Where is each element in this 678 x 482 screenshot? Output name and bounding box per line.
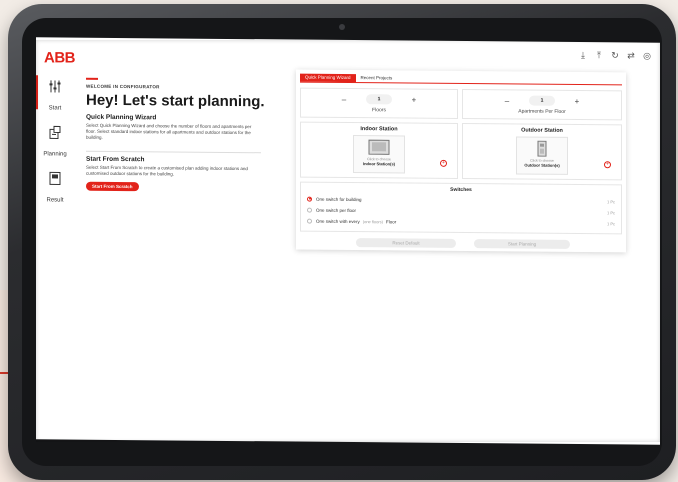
floors-minus-button[interactable]: – [340,94,348,103]
switch-option-label: One switch per floor [316,207,357,213]
switch-option-building[interactable]: One switch for building 1 Pc [307,195,615,206]
indoor-station-name: Indoor Station(s) [363,161,395,167]
switch-option-label: One switch with every [316,218,360,224]
scratch-title: Start From Scratch [86,155,145,164]
quick-wizard-description: Select Quick Planning Wizard and choose … [86,122,252,140]
scratch-description: Select Start From Scratch to create a cu… [86,164,248,177]
sliders-icon [49,80,61,93]
reset-default-button[interactable]: Reset Default [356,238,456,248]
sidebar-item-result[interactable]: Result [36,163,74,205]
apartments-stepper-row: – 1 + [463,95,621,106]
section-divider [86,150,261,154]
switch-option-suffix: Floor [386,218,397,224]
sidebar: Start Planning Result [36,71,74,439]
sidebar-item-label: Planning [43,151,67,158]
radio-icon[interactable] [307,207,312,213]
floors-plus-button[interactable]: + [410,95,418,104]
switch-option-count: 1 Pc [606,209,615,215]
sidebar-item-start[interactable]: Start [36,71,74,113]
floors-label: Floors [372,107,386,114]
abb-logo: ABB [44,49,75,67]
floors-stepper-row: – 1 + [301,94,457,105]
outdoor-panel-icon [537,140,547,157]
switches-title: Switches [450,186,472,194]
download-icon[interactable]: ⤓ [578,50,588,60]
floors-stepper: – 1 + Floors [300,87,458,119]
outdoor-station-name: Outdoor Station(s) [524,162,560,168]
sidebar-item-label: Result [46,197,64,204]
refresh-icon[interactable]: ↻ [610,50,620,60]
welcome-text: WELCOME IN CONFIGURATOR [86,83,160,90]
outdoor-station-card[interactable]: Click to choose Outdoor Station(s) [516,136,568,175]
tab-recent-projects[interactable]: Recent Projects [356,74,398,82]
switch-option-every[interactable]: One switch with every (one floors) Floor… [307,217,615,228]
start-from-scratch-button[interactable]: Start From Scratch [86,181,139,192]
outdoor-station-title: Outdoor Station [521,127,563,134]
switch-option-label: One switch for building [316,196,362,202]
tab-quick-planning[interactable]: Quick Planning Wizard [300,73,356,83]
radio-selected-icon[interactable] [307,196,312,202]
apartments-stepper: – 1 + Apartments Per Floor [462,88,622,121]
radio-icon[interactable] [307,218,312,224]
switches-box: Switches One switch for building 1 Pc On… [300,181,622,235]
app-screen: ⤓ ⤒ ↻ ⇄ ◎ ABB Start Planning Result WELC… [36,37,660,445]
welcome-accent [86,77,98,80]
wizard-tabs: Quick Planning Wizard Recent Projects [300,73,622,86]
page-title: Hey! Let's start planning. [86,91,265,111]
active-indicator [36,75,38,110]
switch-option-count: 1 Pc [606,198,615,204]
start-planning-button[interactable]: Start Planning [474,239,570,249]
wizard-panel: Quick Planning Wizard Recent Projects – … [296,69,626,253]
switch-option-floor[interactable]: One switch per floor 1 Pc [307,206,615,217]
topbar-icons: ⤓ ⤒ ↻ ⇄ ◎ [578,50,652,61]
upload-icon[interactable]: ⤒ [594,50,604,60]
indoor-station-box: Indoor Station Click to choose Indoor St… [300,121,458,179]
sidebar-item-planning[interactable]: Planning [36,117,74,159]
switch-option-floors-input[interactable]: (one floors) [363,219,383,224]
result-icon [49,171,61,185]
apartments-plus-button[interactable]: + [573,96,581,105]
apartments-label: Apartments Per Floor [518,108,566,115]
floors-value[interactable]: 1 [366,94,392,105]
user-icon[interactable]: ◎ [642,51,652,61]
camera-dot [339,24,345,30]
add-indoor-icon[interactable]: + [440,159,447,167]
indoor-monitor-icon [368,139,390,155]
plan-icon [49,125,61,139]
quick-wizard-title: Quick Planning Wizard [86,113,157,122]
apartments-value[interactable]: 1 [529,95,555,106]
add-outdoor-icon[interactable]: + [604,161,611,169]
switch-option-count: 1 Pc [606,220,615,226]
apartments-minus-button[interactable]: – [503,96,511,105]
indoor-station-title: Indoor Station [360,126,398,133]
share-icon[interactable]: ⇄ [626,50,636,60]
outdoor-station-box: Outdoor Station Click to choose Outdoor … [462,122,622,181]
sidebar-item-label: Start [48,105,62,112]
indoor-station-card[interactable]: Click to choose Indoor Station(s) [353,135,405,174]
